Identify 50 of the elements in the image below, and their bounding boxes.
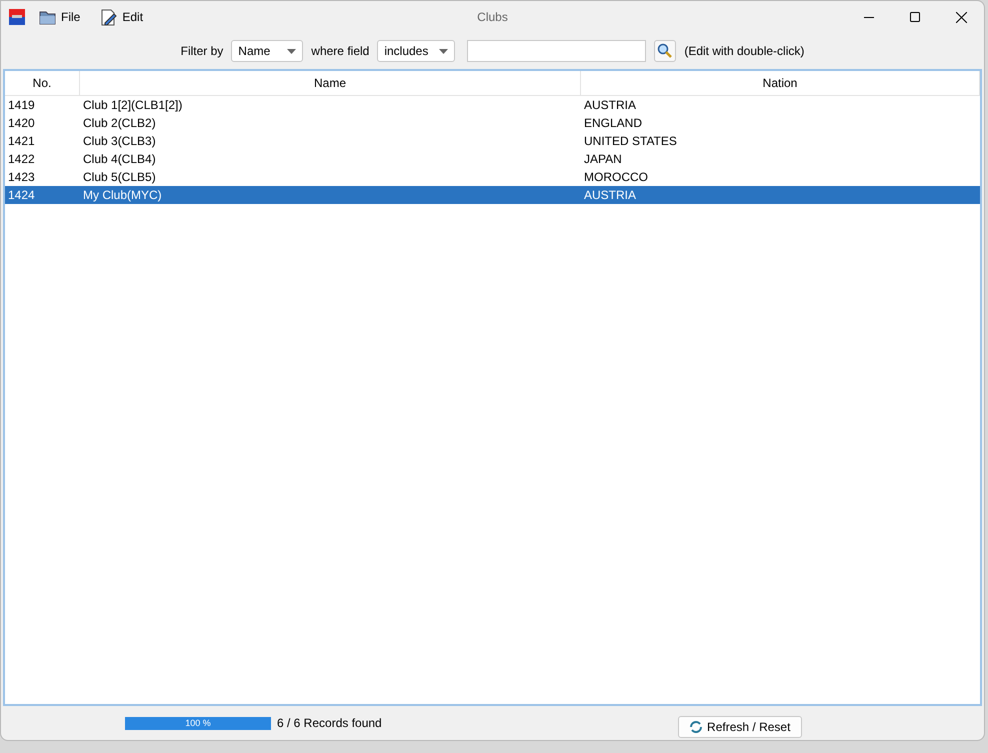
- table-cell-text: 1424: [7, 187, 36, 204]
- caret-icon: [287, 48, 296, 54]
- close-icon: [956, 12, 966, 22]
- table-cell-text: 1423: [7, 169, 36, 186]
- search-icon: [657, 43, 674, 59]
- column-header[interactable]: Name: [80, 71, 581, 95]
- table-cell-text: 1419: [7, 97, 36, 114]
- minimize-icon: [864, 16, 874, 18]
- table-cell-text: Club 3(CLB3): [82, 133, 157, 150]
- table-row[interactable]: 1424 My Club(MYC) AUSTRIA: [5, 186, 980, 204]
- table-cell-text: My Club(MYC): [82, 187, 163, 204]
- window-title: Clubs: [477, 10, 508, 24]
- table-cell-text: Club 4(CLB4): [82, 151, 157, 168]
- caret-icon: [439, 48, 448, 54]
- table-cell-text: Club 1[2](CLB1[2]): [82, 97, 184, 114]
- menu-item[interactable]: File: [33, 10, 86, 24]
- hint-text: (Edit with double-click): [684, 44, 804, 58]
- records-count: 6 / 6 Records found: [277, 716, 382, 730]
- table-cell-text: 1420: [7, 115, 36, 132]
- table-row[interactable]: 1419 Club 1[2](CLB1[2]) AUSTRIA: [5, 96, 980, 114]
- table-row[interactable]: 1420 Club 2(CLB2) ENGLAND: [5, 114, 980, 132]
- pencil-document-icon: [100, 8, 118, 26]
- operator-dropdown[interactable]: includes: [377, 40, 456, 62]
- table-row[interactable]: 1421 Club 3(CLB3) UNITED STATES: [5, 132, 980, 150]
- table-cell-text: 1422: [7, 151, 36, 168]
- menu-item[interactable]: Edit: [94, 8, 150, 26]
- where-label: where field: [311, 44, 370, 58]
- search-button[interactable]: [654, 40, 676, 62]
- table-cell-text: AUSTRIA: [583, 97, 638, 114]
- table-cell-text: AUSTRIA: [583, 187, 638, 204]
- progress-text: 100 %: [184, 716, 212, 730]
- table-row[interactable]: 1422 Club 4(CLB4) JAPAN: [5, 150, 980, 168]
- filter-label: Filter by: [180, 44, 224, 58]
- app-logo-icon: [9, 9, 25, 25]
- folder-icon: [39, 10, 56, 24]
- field-dropdown[interactable]: Name: [231, 40, 304, 62]
- maximize-icon: [910, 12, 920, 22]
- refresh-icon: [689, 720, 704, 734]
- column-header[interactable]: No.: [5, 71, 80, 95]
- refresh-button[interactable]: Refresh / Reset: [678, 716, 802, 738]
- table-row[interactable]: 1423 Club 5(CLB5) MOROCCO: [5, 168, 980, 186]
- table-cell-text: JAPAN: [583, 151, 623, 168]
- search-field[interactable]: [467, 40, 646, 62]
- table-cell-text: Club 5(CLB5): [82, 169, 157, 186]
- table-cell-text: ENGLAND: [583, 115, 644, 132]
- table-cell-text: Club 2(CLB2): [82, 115, 157, 132]
- table-cell-text: UNITED STATES: [583, 133, 678, 150]
- table-cell-text: 1421: [7, 133, 36, 150]
- table-cell-text: MOROCCO: [583, 169, 649, 186]
- column-header[interactable]: Nation: [581, 71, 980, 95]
